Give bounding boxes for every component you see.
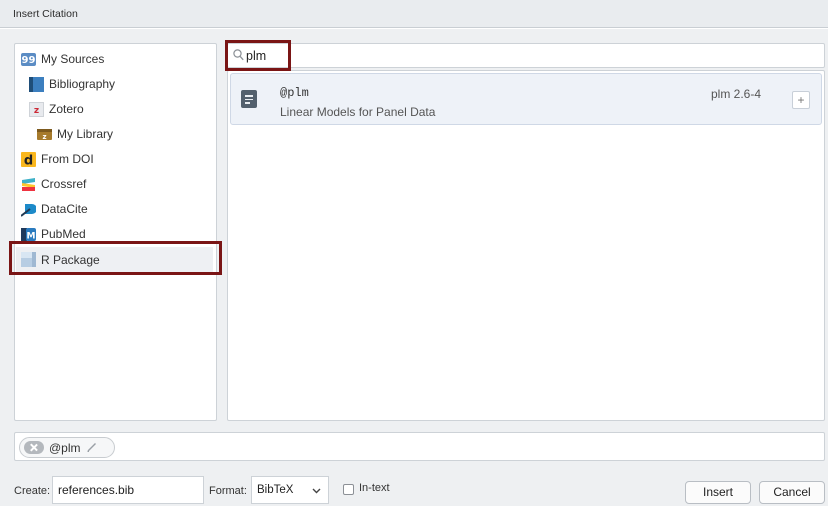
source-item-label: Crossref [41, 177, 87, 191]
zotero-icon: z [29, 101, 44, 117]
insert-button[interactable]: Insert [685, 481, 751, 504]
source-item-my-sources[interactable]: 99 My Sources [21, 48, 104, 70]
svg-text:d: d [24, 153, 33, 167]
source-item-label: DataCite [41, 202, 88, 216]
create-file-field[interactable] [52, 476, 204, 504]
svg-text:z: z [42, 133, 46, 141]
crossref-icon [21, 177, 36, 192]
source-item-label: My Library [57, 127, 114, 141]
format-select[interactable]: BibTeX [251, 476, 329, 504]
svg-text:M: M [27, 231, 36, 241]
selected-citations-bar: @plm [14, 432, 825, 461]
library-icon: z [37, 127, 52, 142]
doi-icon: d [21, 151, 36, 167]
cancel-button[interactable]: Cancel [759, 481, 825, 504]
pubmed-icon: M [21, 227, 36, 242]
format-select-value: BibTeX [257, 484, 294, 496]
source-item-my-library[interactable]: z My Library [37, 123, 113, 145]
search-icon [233, 49, 244, 64]
edit-pencil-icon[interactable] [87, 441, 97, 455]
datacite-icon [21, 202, 36, 217]
add-citation-button[interactable]: + [792, 91, 810, 109]
format-label: Format: [209, 485, 247, 497]
citation-chip-label: @plm [49, 440, 81, 455]
source-item-zotero[interactable]: z Zotero [29, 98, 84, 120]
svg-text:z: z [34, 106, 39, 116]
source-item-datacite[interactable]: DataCite [21, 198, 88, 220]
bibliography-icon [29, 76, 44, 92]
source-item-crossref[interactable]: Crossref [21, 173, 86, 195]
result-version: plm 2.6-4 [711, 87, 762, 101]
r-package-icon [21, 252, 36, 267]
search-box [227, 43, 825, 68]
source-item-label: From DOI [41, 152, 94, 166]
in-text-checkbox[interactable] [343, 484, 354, 495]
remove-citation-icon[interactable] [24, 441, 44, 454]
source-item-label: Bibliography [49, 77, 116, 91]
source-item-label: Zotero [49, 102, 84, 116]
svg-text:99: 99 [22, 55, 36, 66]
result-item[interactable]: @plm Linear Models for Panel Data plm 2.… [230, 73, 822, 125]
chevron-down-icon [312, 485, 321, 497]
in-text-label: In-text [359, 482, 390, 494]
source-item-label: My Sources [41, 52, 105, 66]
document-icon [241, 90, 257, 108]
source-item-pubmed[interactable]: M PubMed [21, 223, 86, 245]
result-citation-key: @plm [280, 86, 309, 100]
search-input[interactable] [246, 47, 806, 65]
source-item-from-doi[interactable]: d From DOI [21, 148, 94, 170]
dialog-titlebar: Insert Citation [0, 0, 828, 28]
result-description: Linear Models for Panel Data [280, 105, 436, 119]
source-item-label: PubMed [41, 227, 86, 241]
source-item-label: R Package [41, 252, 100, 267]
create-label: Create: [14, 485, 51, 497]
my-sources-icon: 99 [21, 52, 36, 67]
citation-chip[interactable]: @plm [19, 437, 115, 458]
source-item-bibliography[interactable]: Bibliography [29, 73, 115, 95]
source-item-r-package[interactable]: R Package [16, 247, 213, 272]
results-panel: @plm Linear Models for Panel Data plm 2.… [227, 70, 825, 421]
sources-panel: 99 My Sources Bibliography z Zotero z My… [14, 43, 217, 421]
dialog-title: Insert Citation [13, 8, 78, 20]
